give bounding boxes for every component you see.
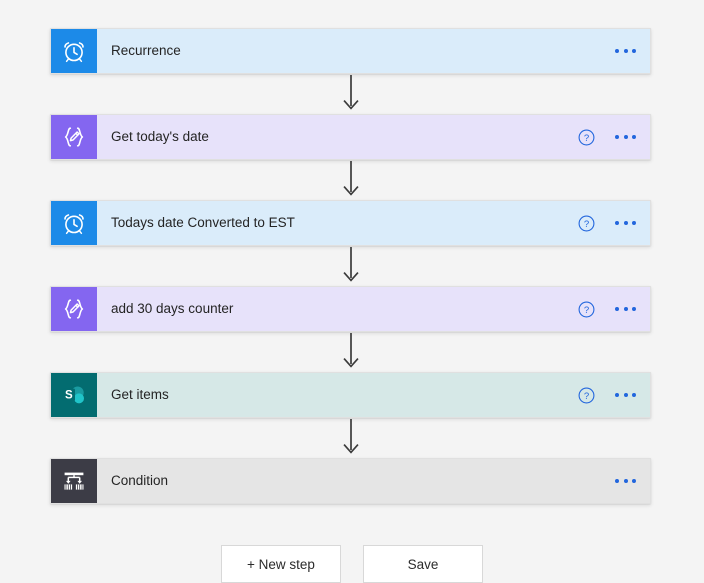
flow-designer-canvas: Recurrence Get today's date? Todays date C… xyxy=(0,0,704,583)
svg-text:?: ? xyxy=(584,391,589,402)
flow-step-body[interactable]: Todays date Converted to EST? xyxy=(97,201,650,245)
flow-step-title: Recurrence xyxy=(111,43,181,58)
flow-step-card[interactable]: Condition xyxy=(50,458,651,504)
overflow-menu-icon[interactable] xyxy=(613,303,638,315)
help-icon[interactable]: ? xyxy=(578,215,595,232)
flow-step-body[interactable]: Get today's date? xyxy=(97,115,650,159)
new-step-button[interactable]: + New step xyxy=(221,545,341,583)
flow-step-actions: ? xyxy=(578,215,638,232)
condition-branch-icon xyxy=(51,459,97,503)
svg-text:S: S xyxy=(65,389,73,401)
flow-step-card[interactable]: S Get items? xyxy=(50,372,651,418)
flow-step-actions: ? xyxy=(578,301,638,318)
flow-step-title: add 30 days counter xyxy=(111,301,234,316)
flow-step-card[interactable]: add 30 days counter? xyxy=(50,286,651,332)
overflow-menu-icon[interactable] xyxy=(613,45,638,57)
overflow-menu-icon[interactable] xyxy=(613,389,638,401)
down-arrow-icon xyxy=(343,161,359,199)
flow-step-card[interactable]: Todays date Converted to EST? xyxy=(50,200,651,246)
flow-step-title: Get items xyxy=(111,387,169,402)
down-arrow-icon xyxy=(343,75,359,113)
flow-step-actions: ? xyxy=(578,129,638,146)
help-icon[interactable]: ? xyxy=(578,129,595,146)
svg-text:?: ? xyxy=(584,219,589,230)
flow-step-title: Todays date Converted to EST xyxy=(111,215,295,230)
overflow-menu-icon[interactable] xyxy=(613,217,638,229)
compose-braces-pencil-icon xyxy=(51,287,97,331)
overflow-menu-icon[interactable] xyxy=(613,475,638,487)
flow-step-card[interactable]: Get today's date? xyxy=(50,114,651,160)
help-icon[interactable]: ? xyxy=(578,301,595,318)
flow-step-body[interactable]: add 30 days counter? xyxy=(97,287,650,331)
designer-action-bar: + New step Save xyxy=(0,545,704,583)
flow-step-body[interactable]: Condition xyxy=(97,459,650,503)
down-arrow-icon xyxy=(343,419,359,457)
compose-braces-pencil-icon xyxy=(51,115,97,159)
flow-step-actions: ? xyxy=(578,387,638,404)
alarm-clock-icon xyxy=(51,201,97,245)
down-arrow-icon xyxy=(343,247,359,285)
flow-step-title: Condition xyxy=(111,473,169,488)
flow-step-title: Get today's date xyxy=(111,129,209,144)
svg-text:?: ? xyxy=(584,305,589,316)
overflow-menu-icon[interactable] xyxy=(613,131,638,143)
flow-step-body[interactable]: Get items? xyxy=(97,373,650,417)
svg-text:?: ? xyxy=(584,133,589,144)
flow-step-body[interactable]: Recurrence xyxy=(97,29,650,73)
alarm-clock-icon xyxy=(51,29,97,73)
flow-step-card[interactable]: Recurrence xyxy=(50,28,651,74)
sharepoint-icon: S xyxy=(51,373,97,417)
flow-step-actions xyxy=(613,45,638,57)
flow-step-actions xyxy=(613,475,638,487)
help-icon[interactable]: ? xyxy=(578,387,595,404)
save-button[interactable]: Save xyxy=(363,545,483,583)
down-arrow-icon xyxy=(343,333,359,371)
